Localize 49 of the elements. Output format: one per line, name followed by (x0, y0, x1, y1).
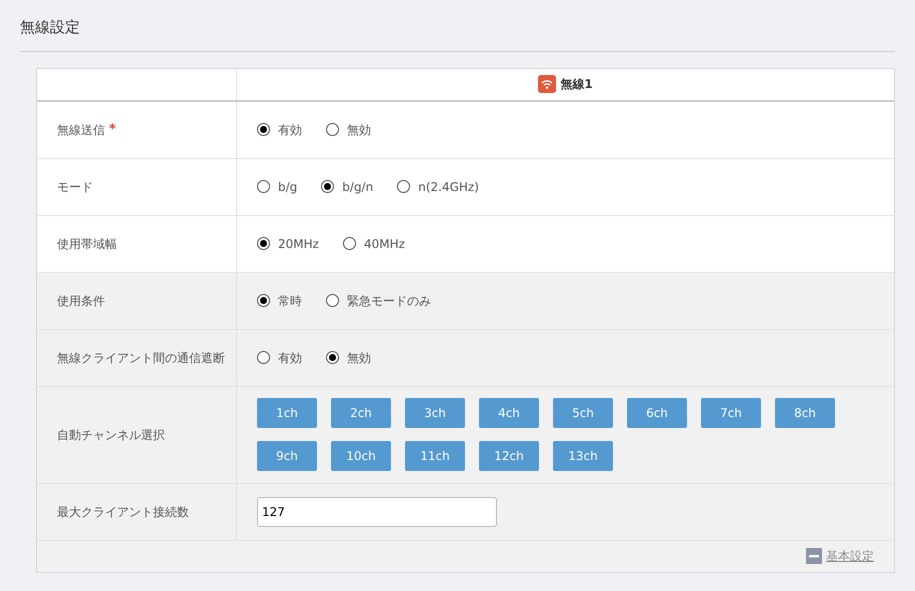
option-label: 常時 (278, 292, 302, 310)
field-label: 最大クライアント接続数 (57, 504, 189, 520)
field-label: 使用帯域幅 (57, 236, 117, 252)
collapse-icon[interactable] (806, 548, 822, 564)
option-label: 緊急モードのみ (347, 292, 431, 310)
option-label: 無効 (347, 350, 371, 366)
radio-button[interactable] (321, 180, 334, 193)
channel-button[interactable]: 10ch (331, 441, 391, 471)
radio-button[interactable] (257, 123, 270, 136)
option-label: 無効 (347, 122, 371, 138)
option-label: 有効 (278, 122, 302, 138)
required-mark: * (109, 120, 116, 139)
channel-button[interactable]: 11ch (405, 441, 465, 471)
field-label: 使用条件 (57, 292, 105, 310)
option-label: b/g (278, 178, 298, 196)
radio-button[interactable] (257, 294, 270, 307)
radio-button[interactable] (257, 351, 270, 364)
channel-button[interactable]: 6ch (627, 398, 687, 428)
channel-button[interactable]: 13ch (553, 441, 613, 471)
radio-button[interactable] (326, 294, 339, 307)
channel-button[interactable]: 5ch (553, 398, 613, 428)
channel-button[interactable]: 4ch (479, 398, 539, 428)
wifi-icon (538, 75, 556, 93)
option-label: 40MHz (364, 236, 405, 252)
field-label: 無線クライアント間の通信遮断 (57, 350, 225, 366)
channel-button[interactable]: 7ch (701, 398, 761, 428)
channel-button[interactable]: 2ch (331, 398, 391, 428)
radio-button[interactable] (342, 237, 356, 250)
channel-button[interactable]: 12ch (479, 441, 539, 471)
radio-button[interactable] (397, 180, 410, 193)
channel-button[interactable]: 9ch (257, 441, 317, 471)
radio-button[interactable] (257, 237, 270, 250)
input-field[interactable]: 127 (257, 496, 497, 526)
channel-button[interactable]: 8ch (775, 398, 835, 428)
field-label: 自動チャンネル選択 (57, 426, 165, 444)
option-label: b/g/n (342, 178, 374, 196)
channel-button[interactable]: 3ch (405, 398, 465, 428)
option-label: 有効 (278, 350, 302, 366)
field-label: モード (57, 178, 93, 196)
basic-settings-link[interactable]: 基本設定 (826, 547, 874, 565)
channel-button[interactable]: 1ch (257, 398, 317, 428)
column-header: 無線1 (560, 76, 593, 93)
radio-button[interactable] (257, 180, 270, 193)
radio-button[interactable] (326, 123, 339, 136)
page-title: 無線設定 (20, 16, 895, 52)
option-label: n(2.4GHz) (418, 178, 479, 196)
option-label: 20MHz (278, 236, 319, 252)
radio-button[interactable] (326, 351, 339, 364)
field-label: 無線送信 (57, 122, 105, 138)
